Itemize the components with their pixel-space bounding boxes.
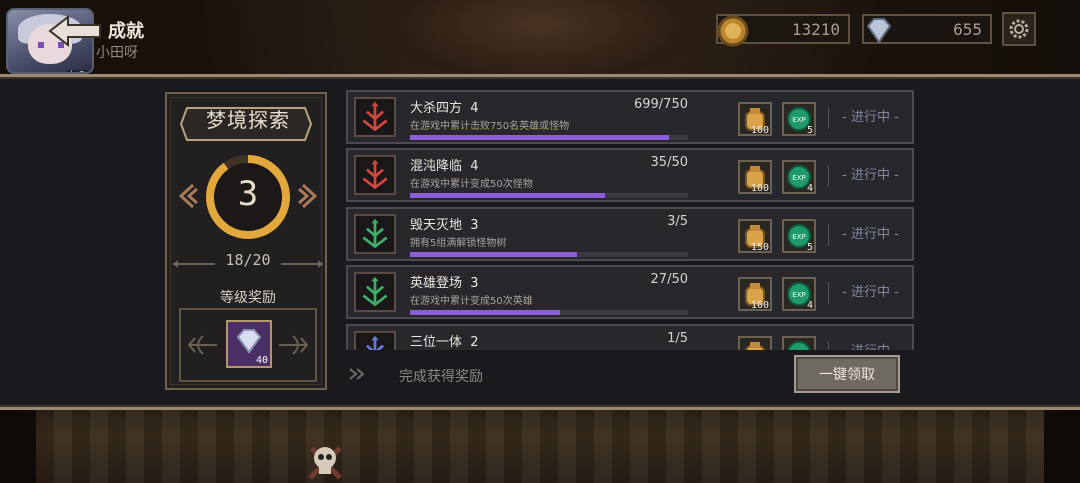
- achievement-count: 1/5: [667, 331, 688, 346]
- ornament-left-icon: [187, 335, 217, 355]
- card-title: 梦境探索: [206, 108, 290, 132]
- reward-exp[interactable]: EXP 4: [782, 160, 816, 194]
- achievement-row[interactable]: 三位一体 2 1/5 EXP - 进行中 -: [346, 324, 914, 350]
- svg-text:EXP: EXP: [792, 116, 805, 124]
- dream-level: 3: [237, 174, 259, 214]
- exp-orb-icon: EXP: [787, 341, 811, 350]
- achievement-emblem-icon: [354, 97, 396, 137]
- settings-button[interactable]: [1002, 12, 1036, 46]
- achievement-name: 毁天灭地 3: [410, 218, 479, 233]
- reward-gold[interactable]: 100: [738, 160, 772, 194]
- achievement-desc: 在游戏中累计击败750名英雄或怪物: [410, 121, 570, 132]
- achievement-count: 3/5: [667, 214, 688, 229]
- gem-icon: [866, 18, 892, 44]
- reward-gold[interactable]: [738, 336, 772, 350]
- reward-gold-qty: 150: [750, 242, 769, 253]
- reward-exp[interactable]: EXP: [782, 336, 816, 350]
- back-arrow-icon[interactable]: [48, 14, 102, 48]
- reward-exp[interactable]: EXP 4: [782, 277, 816, 311]
- svg-text:EXP: EXP: [792, 233, 805, 241]
- achievement-count: 699/750: [633, 97, 688, 112]
- level-reward-label: 等级奖励: [220, 290, 276, 306]
- reward-gold-qty: 100: [750, 300, 769, 311]
- progress-bar: [410, 252, 688, 257]
- gear-icon: [1009, 19, 1029, 39]
- reward-exp[interactable]: EXP 5: [782, 219, 816, 253]
- footer-hint: 完成获得奖励: [399, 369, 483, 385]
- reward-gem-count: 40: [255, 355, 268, 366]
- progress-fill: [410, 135, 669, 140]
- ornament-right-icon: [279, 335, 309, 355]
- achievement-status: - 进行中 -: [828, 282, 912, 304]
- achievement-row[interactable]: 英雄登场 3 在游戏中累计变成50次英雄 27/50 100 EXP 4 - 进…: [346, 265, 914, 319]
- achievement-emblem-icon: [354, 214, 396, 254]
- achievement-status: - 进行中 -: [828, 107, 912, 129]
- skull-icon: [308, 446, 342, 480]
- achievement-name: 三位一体 2: [410, 335, 479, 350]
- achievement-desc: 在游戏中累计变成50次英雄: [410, 296, 533, 307]
- achievement-emblem-icon: [354, 331, 396, 350]
- achievement-status: - 进行中 -: [828, 165, 912, 187]
- gold-coin-icon: [717, 15, 749, 47]
- progress-fill: [410, 310, 560, 315]
- progress-bar: [410, 193, 688, 198]
- progress-fill: [410, 252, 577, 257]
- page-title: 成就: [108, 21, 144, 42]
- reward-gold[interactable]: 100: [738, 277, 772, 311]
- achievement-desc: 拥有5组满解锁怪物树: [410, 238, 507, 249]
- svg-text:EXP: EXP: [792, 291, 805, 299]
- achievement-status: - 进行中 -: [828, 341, 912, 350]
- achievement-row[interactable]: 毁天灭地 3 拥有5组满解锁怪物树 3/5 150 EXP 5 - 进行中 -: [346, 207, 914, 261]
- achievement-emblem-icon: [354, 155, 396, 195]
- achievement-emblem-icon: [354, 272, 396, 312]
- achievement-name: 英雄登场 3: [410, 276, 479, 291]
- claim-all-button[interactable]: 一键领取: [794, 355, 900, 393]
- double-arrow-icon: [349, 368, 365, 380]
- background-ground: [36, 405, 1044, 483]
- progress-fill: [410, 193, 605, 198]
- achievement-name: 混沌降临 4: [410, 159, 479, 174]
- reward-exp[interactable]: EXP 5: [782, 102, 816, 136]
- svg-text:EXP: EXP: [792, 174, 805, 182]
- progress-bar: [410, 310, 688, 315]
- achievement-count: 27/50: [650, 272, 688, 287]
- gold-bag-icon: [745, 342, 765, 350]
- reward-exp-qty: 4: [806, 300, 813, 311]
- reward-gold[interactable]: 150: [738, 219, 772, 253]
- reward-gem-slot[interactable]: 40: [226, 320, 272, 368]
- next-arrow-icon[interactable]: [297, 182, 319, 210]
- achievement-row[interactable]: 混沌降临 4 在游戏中累计变成50次怪物 35/50 100 EXP 4 - 进…: [346, 148, 914, 202]
- level-card: 梦境探索 3 18/20 等级奖励 40: [165, 92, 327, 390]
- player-name: 小田呀: [96, 45, 138, 61]
- reward-gold-qty: 100: [750, 125, 769, 136]
- reward-exp-qty: 4: [806, 183, 813, 194]
- achievement-count: 35/50: [650, 155, 688, 170]
- level-reward-box: 40: [179, 308, 317, 382]
- top-bar: lv3 成就 小田呀 13210 655: [0, 0, 1080, 74]
- prev-arrow-icon[interactable]: [177, 182, 199, 210]
- level-progress: 18/20: [225, 251, 271, 269]
- reward-exp-qty: 5: [806, 242, 813, 253]
- progress-bar: [410, 135, 688, 140]
- reward-gold-qty: 100: [750, 183, 769, 194]
- gem-counter[interactable]: 655: [862, 14, 992, 44]
- achievement-desc: 在游戏中累计变成50次怪物: [410, 179, 533, 190]
- reward-exp-qty: 5: [806, 125, 813, 136]
- achievement-row[interactable]: 大杀四方 4 在游戏中累计击败750名英雄或怪物 699/750 100 EXP…: [346, 90, 914, 144]
- reward-gold[interactable]: 100: [738, 102, 772, 136]
- gold-counter[interactable]: 13210: [716, 14, 850, 47]
- achievement-name: 大杀四方 4: [410, 101, 479, 116]
- achievement-list[interactable]: 大杀四方 4 在游戏中累计击败750名英雄或怪物 699/750 100 EXP…: [346, 90, 914, 350]
- achievement-status: - 进行中 -: [828, 224, 912, 246]
